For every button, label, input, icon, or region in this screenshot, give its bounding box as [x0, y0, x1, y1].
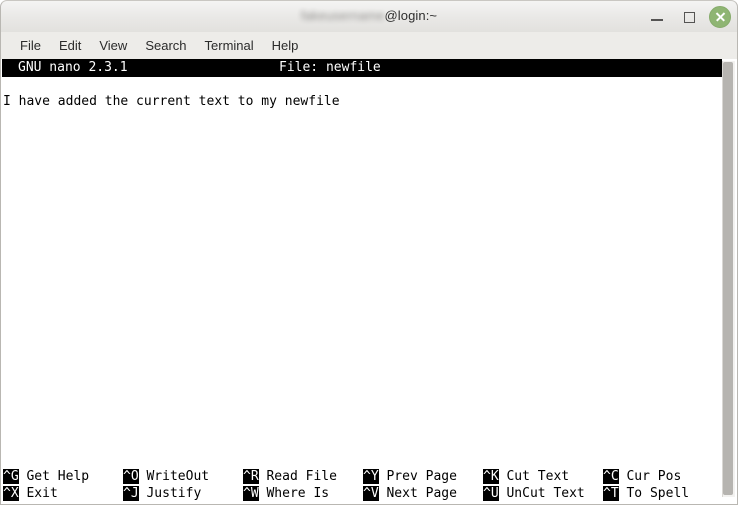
nano-title-bar: GNU nano 2.3.1 File: newfile [2, 59, 722, 77]
title-bar[interactable]: fakeusername@login:~ [0, 0, 738, 32]
shortcut-read-file[interactable]: ^R Read File [243, 468, 337, 485]
maximize-button[interactable] [680, 7, 700, 27]
nano-version-label: GNU nano 2.3.1 [18, 60, 128, 75]
shortcut-label-prev-page: Prev Page [378, 469, 457, 484]
minimize-icon [651, 19, 663, 21]
shortcut-uncut-text[interactable]: ^U UnCut Text [483, 485, 585, 502]
shortcut-key-ctrl-w: ^W [243, 486, 259, 501]
shortcut-row-2: ^X Exit ^J Justify ^W Where Is ^V Next P… [3, 485, 719, 502]
shortcut-label-write-out: WriteOut [138, 469, 210, 484]
shortcut-key-ctrl-x: ^X [3, 486, 19, 501]
menu-item-file[interactable]: File [11, 36, 50, 55]
menu-item-search[interactable]: Search [136, 36, 195, 55]
nano-shortcut-bar: ^G Get Help ^O WriteOut ^R Read File ^Y … [3, 468, 719, 502]
window-title: fakeusername@login:~ [1, 8, 737, 23]
shortcut-write-out[interactable]: ^O WriteOut [123, 468, 209, 485]
shortcut-key-ctrl-v: ^V [363, 486, 379, 501]
shortcut-key-ctrl-y: ^Y [363, 469, 379, 484]
shortcut-label-justify: Justify [138, 486, 202, 501]
nano-filename-label: File: newfile [279, 60, 381, 75]
shortcut-row-1: ^G Get Help ^O WriteOut ^R Read File ^Y … [3, 468, 719, 485]
close-button[interactable] [709, 6, 731, 28]
shortcut-cur-pos[interactable]: ^C Cur Pos [603, 468, 681, 485]
shortcut-key-ctrl-k: ^K [483, 469, 499, 484]
shortcut-label-cur-pos: Cur Pos [618, 469, 682, 484]
shortcut-exit[interactable]: ^X Exit [3, 485, 58, 502]
nano-editor-text[interactable]: I have added the current text to my newf… [3, 93, 703, 110]
shortcut-label-uncut-text: UnCut Text [498, 486, 585, 501]
shortcut-key-ctrl-c: ^C [603, 469, 619, 484]
shortcut-key-ctrl-o: ^O [123, 469, 139, 484]
shortcut-where-is[interactable]: ^W Where Is [243, 485, 329, 502]
shortcut-key-ctrl-t: ^T [603, 486, 619, 501]
minimize-button[interactable] [647, 7, 667, 27]
terminal-window: fakeusername@login:~ File Edit View Sear… [0, 0, 738, 505]
shortcut-prev-page[interactable]: ^Y Prev Page [363, 468, 457, 485]
shortcut-key-ctrl-g: ^G [3, 469, 19, 484]
shortcut-label-exit: Exit [18, 486, 58, 501]
window-title-host: @login:~ [384, 8, 438, 23]
shortcut-get-help[interactable]: ^G Get Help [3, 468, 89, 485]
menu-item-edit[interactable]: Edit [50, 36, 90, 55]
shortcut-label-get-help: Get Help [18, 469, 90, 484]
shortcut-justify[interactable]: ^J Justify [123, 485, 201, 502]
shortcut-key-ctrl-j: ^J [123, 486, 139, 501]
shortcut-label-cut-text: Cut Text [498, 469, 570, 484]
redacted-username: fakeusername [300, 8, 385, 23]
menu-item-terminal[interactable]: Terminal [196, 36, 263, 55]
menu-bar: File Edit View Search Terminal Help [0, 32, 738, 59]
shortcut-label-read-file: Read File [258, 469, 337, 484]
shortcut-label-next-page: Next Page [378, 486, 457, 501]
shortcut-key-ctrl-u: ^U [483, 486, 499, 501]
shortcut-next-page[interactable]: ^V Next Page [363, 485, 457, 502]
menu-item-help[interactable]: Help [263, 36, 308, 55]
maximize-icon [684, 12, 695, 23]
scrollbar-thumb[interactable] [723, 62, 733, 495]
shortcut-to-spell[interactable]: ^T To Spell [603, 485, 689, 502]
shortcut-cut-text[interactable]: ^K Cut Text [483, 468, 569, 485]
shortcut-key-ctrl-r: ^R [243, 469, 259, 484]
shortcut-label-where-is: Where Is [258, 486, 330, 501]
shortcut-label-to-spell: To Spell [618, 486, 690, 501]
menu-item-view[interactable]: View [90, 36, 136, 55]
terminal-body[interactable]: GNU nano 2.3.1 File: newfile I have adde… [0, 59, 738, 505]
